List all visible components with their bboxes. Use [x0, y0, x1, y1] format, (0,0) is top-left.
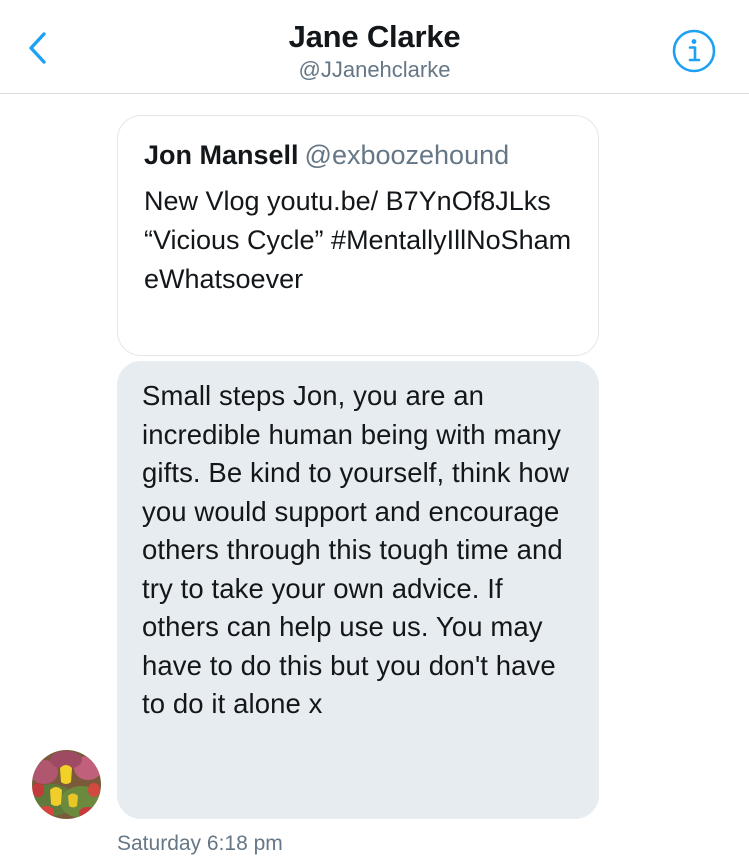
quoted-author-name: Jon Mansell [144, 140, 299, 170]
conversation-header: Jane Clarke @JJanehclarke [0, 0, 749, 94]
message-bubble[interactable]: Small steps Jon, you are an incredible h… [117, 361, 599, 819]
quoted-tweet-card[interactable]: Jon Mansell @exboozehound New Vlog youtu.… [117, 115, 599, 356]
quoted-author-handle: @exboozehound [304, 140, 510, 170]
conversation-title: Jane Clarke [288, 19, 461, 54]
tulips-avatar-image [32, 750, 101, 819]
sender-avatar[interactable] [32, 750, 101, 819]
info-button[interactable] [671, 28, 717, 74]
quoted-tweet-text: New Vlog youtu.be/ B7YnOf8JLks “Vicious … [144, 186, 572, 294]
info-circle-icon [672, 29, 716, 73]
conversation-title-block: Jane Clarke @JJanehclarke [0, 18, 749, 84]
conversation-handle: @JJanehclarke [298, 57, 451, 82]
message-text: Small steps Jon, you are an incredible h… [142, 380, 570, 719]
quoted-tweet-author: Jon Mansell @exboozehound [144, 138, 572, 172]
message-timestamp: Saturday 6:18 pm [117, 832, 283, 855]
